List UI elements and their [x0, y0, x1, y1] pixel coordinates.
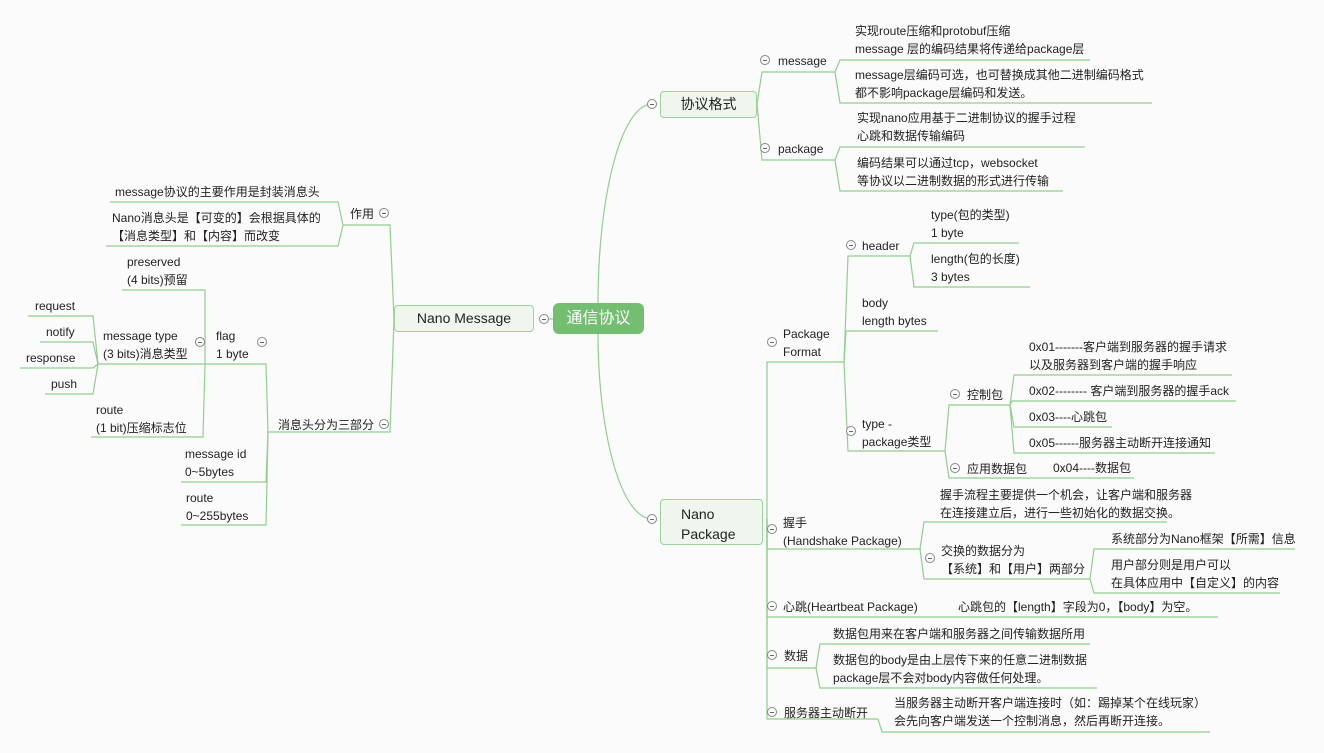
- collapse-icon[interactable]: [379, 208, 389, 218]
- collapse-icon[interactable]: [767, 707, 777, 717]
- node-message-type[interactable]: message type (3 bits)消息类型: [103, 327, 188, 363]
- list-item: response: [26, 351, 76, 365]
- node-length-field: length(包的长度) 3 bytes: [931, 252, 1020, 284]
- note: 编码结果可以通过tcp，websocket 等协议以二进制数据的形式进行传输: [857, 156, 1050, 188]
- collapse-icon[interactable]: [925, 553, 935, 563]
- connector: [597, 103, 653, 304]
- node-package-type[interactable]: type - package类型: [862, 415, 931, 451]
- connector: [756, 71, 835, 105]
- collapse-icon[interactable]: [379, 419, 389, 429]
- collapse-icon[interactable]: [760, 55, 770, 65]
- node-route: route 0~255bytes: [186, 491, 249, 523]
- collapse-icon[interactable]: [950, 463, 960, 473]
- node-type-field: type(包的类型) 1 byte: [931, 208, 1010, 240]
- node-header-parts[interactable]: 消息头分为三部分: [278, 416, 374, 434]
- node-label: Nano Message: [416, 310, 512, 326]
- node-route-flag: route (1 bit)压缩标志位: [96, 403, 187, 435]
- connector: [597, 332, 653, 520]
- note: 实现route压缩和protobuf压缩 message 层的编码结果将传递给p…: [855, 24, 1085, 56]
- node-exchange[interactable]: 交换的数据分为 【系统】和【用户】两部分: [941, 542, 1085, 578]
- node-purpose[interactable]: 作用: [350, 205, 374, 223]
- connector: [766, 361, 844, 519]
- node-control-packet[interactable]: 控制包: [967, 386, 1003, 404]
- note: 心跳包的【length】字段为0，【body】为空。: [958, 600, 1198, 614]
- collapse-icon[interactable]: [647, 514, 657, 524]
- collapse-icon[interactable]: [257, 337, 267, 347]
- note: 当服务器主动断开客户端连接时（如：踢掉某个在线玩家） 会先向客户端发送一个控制消…: [894, 696, 1207, 728]
- connector: [1009, 400, 1236, 406]
- node-header[interactable]: header: [862, 237, 899, 255]
- node-app-data-packet[interactable]: 应用数据包: [967, 460, 1027, 478]
- list-item: request: [35, 299, 76, 313]
- note: 用户部分则是用户可以 在具体应用中【自定义】的内容: [1111, 558, 1280, 590]
- note: 实现nano应用基于二进制协议的握手过程 心跳和数据传输编码: [857, 111, 1076, 143]
- connector: [843, 330, 938, 363]
- node-message[interactable]: message: [778, 52, 827, 70]
- connector: [944, 404, 1010, 452]
- connector: [343, 224, 395, 320]
- collapse-icon[interactable]: [846, 240, 856, 250]
- note: 数据包的body是由上层传下来的任意二进制数据 package层不会对body内…: [833, 653, 1088, 685]
- node-body: body length bytes: [862, 296, 927, 328]
- note: 握手流程主要提供一个机会，让客户端和服务器 在连接建立后，进行一些初始化的数据交…: [940, 488, 1193, 520]
- collapse-icon[interactable]: [846, 426, 856, 436]
- note: message层编码可选，也可替换成其他二进制编码格式 都不影响package层…: [855, 68, 1144, 100]
- collapse-icon[interactable]: [950, 389, 960, 399]
- node-label: 协议格式: [680, 96, 737, 112]
- collapse-icon[interactable]: [647, 99, 657, 109]
- node-label: Nano: [681, 506, 715, 522]
- app-data-value: 0x04----数据包: [1053, 461, 1132, 475]
- list-item: 0x01-------客户端到服务器的握手请求 以及服务器到客户端的握手响应: [1029, 340, 1227, 372]
- root-node[interactable]: 通信协议: [553, 303, 644, 334]
- node-handshake[interactable]: 握手 (Handshake Package): [783, 514, 902, 550]
- list-item: push: [51, 377, 78, 391]
- list-item: 0x03----心跳包: [1029, 410, 1108, 424]
- note: 系统部分为Nano框架【所需】信息: [1111, 532, 1296, 546]
- collapse-icon[interactable]: [195, 337, 205, 347]
- note: Nano消息头是【可变的】会根据具体的 【消息类型】和【内容】而改变: [112, 211, 321, 243]
- node-flag[interactable]: flag 1 byte: [216, 327, 249, 363]
- collapse-icon[interactable]: [767, 601, 777, 611]
- node-preserved: preserved (4 bits)预留: [127, 255, 188, 287]
- connector: [205, 363, 269, 433]
- node-nano-package[interactable]: Nano Package: [660, 499, 763, 545]
- node-data[interactable]: 数据: [784, 647, 808, 665]
- node-message-id: message id 0~5bytes: [185, 447, 247, 479]
- node-label: Package: [681, 526, 736, 542]
- node-package-format[interactable]: Package Format: [783, 325, 830, 361]
- root-label: 通信协议: [566, 310, 631, 327]
- node-heartbeat[interactable]: 心跳(Heartbeat Package): [783, 598, 918, 616]
- collapse-icon[interactable]: [767, 650, 777, 660]
- note: 数据包用来在客户端和服务器之间传输数据所用: [833, 627, 1086, 641]
- list-item: notify: [46, 325, 75, 339]
- node-protocol-format[interactable]: 协议格式: [660, 91, 757, 118]
- node-disconnect[interactable]: 服务器主动断开: [784, 704, 868, 722]
- list-item: 0x05------服务器主动断开连接通知: [1029, 436, 1211, 450]
- list-item: 0x02-------- 客户端到服务器的握手ack: [1029, 384, 1229, 398]
- node-nano-message[interactable]: Nano Message: [394, 305, 534, 332]
- collapse-icon[interactable]: [539, 314, 549, 324]
- node-package[interactable]: package: [778, 140, 823, 158]
- collapse-icon[interactable]: [767, 337, 777, 347]
- collapse-icon[interactable]: [760, 143, 770, 153]
- note: message协议的主要作用是封装消息头: [115, 185, 320, 199]
- collapse-icon[interactable]: [767, 524, 777, 534]
